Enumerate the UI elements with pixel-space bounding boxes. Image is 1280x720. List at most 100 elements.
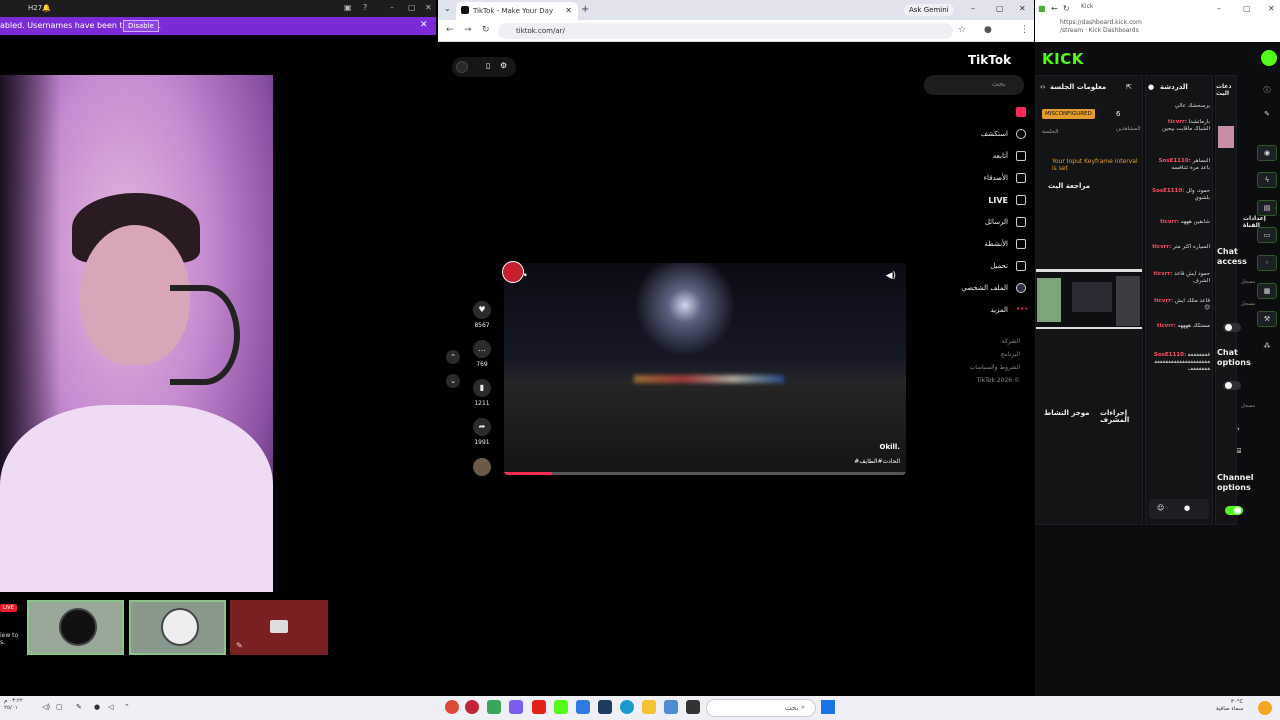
app-icon[interactable]	[598, 700, 612, 714]
chevron-up-icon[interactable]: ⌃	[124, 703, 130, 711]
tiktok-logo[interactable]: TikTok	[968, 53, 1011, 67]
forward-icon[interactable]: →	[464, 25, 472, 35]
sidebar-item-activity[interactable]: الأنشطة	[930, 237, 1026, 255]
expand-icon[interactable]: ‹›	[1040, 83, 1046, 91]
footer-link[interactable]: البرنامج	[938, 348, 1020, 361]
viewer-avatar[interactable]	[1218, 126, 1234, 148]
bookmark-star-icon[interactable]: ☆	[958, 25, 966, 35]
chevron-right-icon[interactable]: ›	[1237, 425, 1240, 433]
maximize-icon[interactable]: ▢	[1243, 4, 1251, 13]
app-icon[interactable]	[664, 700, 678, 714]
chart-icon[interactable]: ⌸	[1237, 447, 1241, 456]
youtube-icon[interactable]	[532, 700, 546, 714]
maximize-icon[interactable]: ▢	[996, 4, 1004, 13]
footer-link[interactable]: الشروط والسياسات	[938, 361, 1020, 374]
info-icon[interactable]: ⓘ	[1257, 83, 1277, 99]
discord-icon[interactable]	[509, 700, 523, 714]
app-icon[interactable]	[465, 700, 479, 714]
pencil-icon[interactable]: ✎	[1257, 107, 1277, 123]
bolt-icon[interactable]: ϟ	[1257, 172, 1277, 188]
chat-access-option[interactable]: مسجل	[1241, 279, 1255, 285]
maximize-icon[interactable]: ▢	[408, 3, 416, 12]
video-username[interactable]: Okill.	[880, 443, 900, 451]
window-icon[interactable]: ▣	[344, 3, 352, 12]
send-icon[interactable]: ●	[1184, 504, 1190, 512]
kick-url[interactable]: https://dashboard.kick.com /stream · Kic…	[1060, 19, 1142, 35]
minimize-icon[interactable]: –	[971, 4, 975, 13]
previous-video-button[interactable]: ⌃	[446, 350, 460, 364]
chat-options-toggle[interactable]	[1223, 381, 1241, 390]
sidebar-item-upload[interactable]: تحميل	[930, 259, 1026, 277]
weather-icon[interactable]	[1258, 701, 1272, 715]
taskbar-date[interactable]: ٠٣:٢٢ م ٢٥/٠١	[4, 698, 23, 712]
mic-icon[interactable]: ●	[94, 703, 100, 711]
emote-icon[interactable]: ☺	[1157, 504, 1164, 512]
sidebar-item-live[interactable]: LIVE	[930, 193, 1026, 211]
windows-start-icon[interactable]	[821, 700, 835, 714]
stream-preview[interactable]	[1036, 269, 1142, 329]
video-progress-bar[interactable]	[504, 472, 906, 475]
tab-close-icon[interactable]: ✕	[565, 6, 572, 15]
kick-tab-title[interactable]: Kick	[1081, 3, 1093, 10]
network-icon[interactable]: ▢	[56, 703, 63, 711]
reload-icon[interactable]: ↻	[1063, 4, 1070, 13]
app-icon[interactable]	[686, 700, 700, 714]
back-icon[interactable]: ←	[1051, 4, 1058, 13]
app-icon[interactable]	[487, 700, 501, 714]
edge-icon[interactable]	[620, 700, 634, 714]
sound-avatar[interactable]	[470, 458, 494, 479]
video-player[interactable]: ••• ◀) Okill. #الحادث#الطايف	[504, 263, 906, 475]
speaker-icon[interactable]: ◁	[108, 703, 113, 711]
record-icon[interactable]: ◉	[1257, 145, 1277, 161]
chat-bubble-icon[interactable]: ▭	[1257, 227, 1277, 243]
weather-text[interactable]: ٣٠°C سماء صافية	[1216, 699, 1243, 713]
circle-icon[interactable]	[456, 61, 468, 73]
sidebar-item-following[interactable]: أتابعه	[930, 149, 1026, 167]
app-icon[interactable]	[576, 700, 590, 714]
video-caption[interactable]: #الحادث#الطايف	[854, 458, 900, 465]
tab-list-icon[interactable]: ⌄	[444, 4, 451, 13]
reload-icon[interactable]: ↻	[482, 25, 490, 35]
user-avatar[interactable]	[1261, 50, 1277, 66]
banner-close-icon[interactable]: ✕	[420, 20, 428, 30]
chrome-icon[interactable]	[445, 700, 459, 714]
clipboard-icon[interactable]: ▤	[1257, 200, 1277, 216]
camera-source-tile[interactable]: ✎	[230, 600, 328, 655]
close-icon[interactable]: ✕	[1019, 4, 1026, 13]
disable-button[interactable]: Disable	[123, 20, 159, 32]
minimize-icon[interactable]: –	[390, 3, 394, 12]
source-thumbnail-1[interactable]	[27, 600, 124, 655]
volume-icon[interactable]: ◁)	[42, 703, 50, 711]
folder-icon[interactable]	[642, 700, 656, 714]
kick-logo[interactable]: KICK	[1042, 50, 1084, 68]
signal-icon[interactable]: ◦	[1257, 255, 1277, 271]
kick-icon[interactable]	[554, 700, 568, 714]
close-icon[interactable]: ✕	[1268, 4, 1275, 13]
save-button[interactable]: ▮ 1211	[470, 379, 494, 407]
settings-icon[interactable]: ⚙	[500, 61, 507, 70]
minimize-icon[interactable]: –	[1217, 4, 1221, 13]
like-button[interactable]: ♥ 8567	[470, 301, 494, 329]
sidebar-item-profile[interactable]: الملف الشخصي	[930, 281, 1026, 299]
taskbar-search[interactable]: بحث ⌕	[706, 699, 816, 717]
help-icon[interactable]: ?	[363, 3, 367, 12]
chat-access-option[interactable]: مسجل	[1241, 301, 1255, 307]
search-input[interactable]: بحث	[924, 75, 1024, 95]
channel-options-toggle[interactable]	[1225, 506, 1243, 515]
back-icon[interactable]: ←	[446, 25, 454, 35]
close-icon[interactable]: ✕	[425, 3, 432, 12]
ask-gemini-button[interactable]: Ask Gemini	[904, 4, 954, 16]
volume-icon[interactable]: ◀)	[886, 271, 896, 281]
popout-icon[interactable]: ⇱	[1126, 83, 1132, 91]
pen-icon[interactable]: ✎	[76, 703, 82, 711]
url-input[interactable]: tiktok.com/ar/	[498, 23, 953, 39]
sidebar-item-friends[interactable]: الأصدقاء	[930, 171, 1026, 189]
edit-icon[interactable]: ✎	[236, 641, 243, 650]
layout-icon[interactable]: ▦	[1257, 283, 1277, 299]
source-thumbnail-2[interactable]	[129, 600, 226, 655]
creator-avatar[interactable]	[502, 261, 524, 283]
chat-access-toggle[interactable]	[1223, 323, 1241, 332]
comment-button[interactable]: … 769	[470, 340, 494, 368]
wrench-icon[interactable]: ⚒	[1257, 311, 1277, 327]
footer-link[interactable]: الشركة	[938, 335, 1020, 348]
